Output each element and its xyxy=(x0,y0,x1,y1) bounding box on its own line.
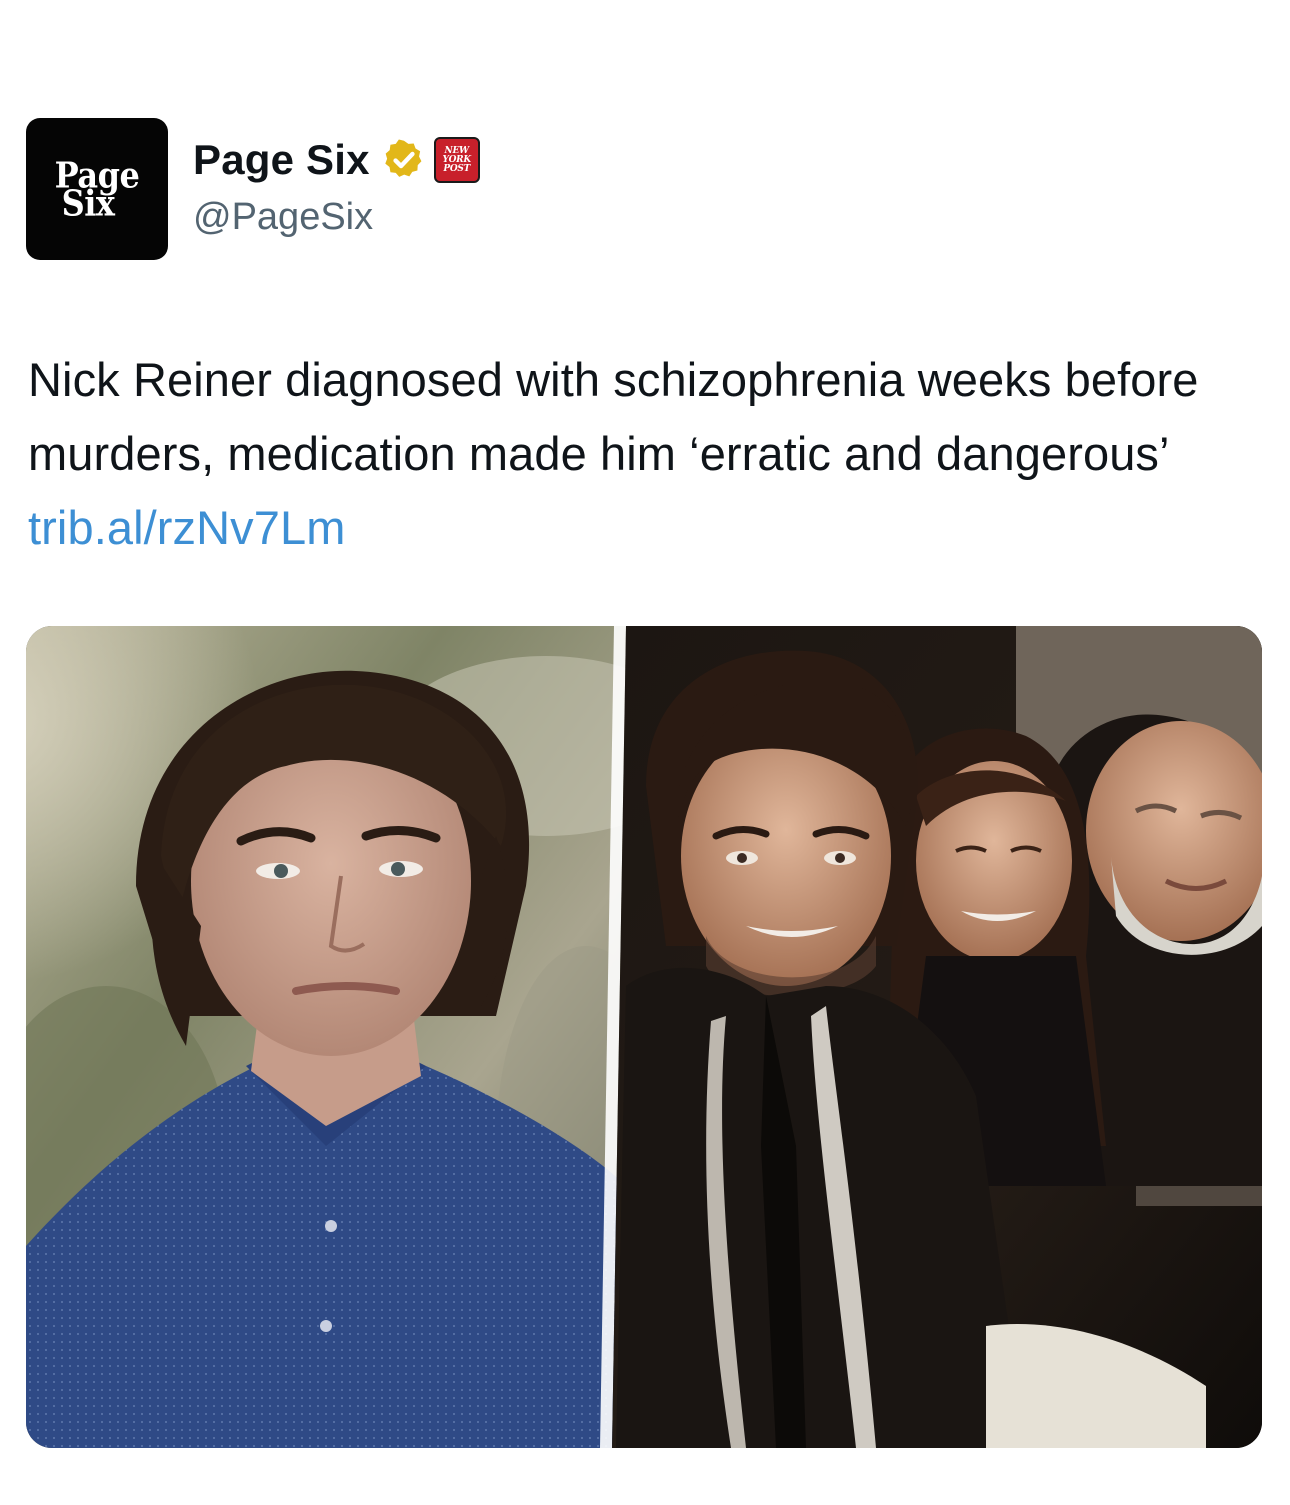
author-avatar[interactable]: Page Six xyxy=(26,118,168,260)
tweet-body: Nick Reiner diagnosed with schizophrenia… xyxy=(28,353,1199,480)
new-york-post-affiliate-icon[interactable]: NEW YORK POST xyxy=(433,137,480,183)
verified-badge-icon xyxy=(382,138,426,182)
author-display-name[interactable]: Page Six xyxy=(193,136,370,184)
tweet-text: Nick Reiner diagnosed with schizophrenia… xyxy=(28,343,1268,565)
media-collage-image xyxy=(26,626,1262,1448)
tweet-card: Page Six Page Six NEW YORK POST @PageSix… xyxy=(0,0,1290,1505)
author-name-row: Page Six NEW YORK POST xyxy=(193,133,480,187)
author-handle[interactable]: @PageSix xyxy=(193,196,373,239)
affiliate-text-3: POST xyxy=(443,163,470,174)
right-photo xyxy=(612,626,1262,1448)
avatar-logo-line-2: Six xyxy=(61,181,115,225)
tweet-media[interactable] xyxy=(26,626,1262,1448)
tweet-link[interactable]: trib.al/rzNv7Lm xyxy=(28,501,346,554)
